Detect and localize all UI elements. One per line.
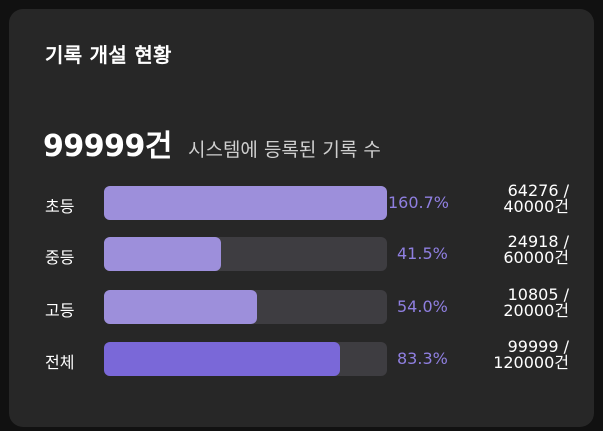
- total-record-count: 99999건: [43, 129, 172, 164]
- progress-track: [104, 186, 387, 220]
- progress-track: [104, 290, 387, 324]
- card-title: 기록 개설 현황: [45, 43, 172, 67]
- progress-track: [104, 237, 387, 271]
- records-summary: 99999건 시스템에 등록된 기록 수: [43, 121, 381, 165]
- row-label: 중등: [45, 248, 75, 267]
- progress-ratio: 99999 / 120000건: [469, 339, 569, 371]
- progress-fill: [104, 186, 387, 220]
- ratio-denominator: 120000건: [493, 353, 569, 372]
- records-status-card: 기록 개설 현황 99999건 시스템에 등록된 기록 수 초등 160.7% …: [9, 9, 594, 427]
- progress-row-high: 고등 54.0% 10805 / 20000건: [9, 287, 594, 328]
- progress-ratio: 24918 / 60000건: [469, 234, 569, 266]
- progress-fill: [104, 342, 340, 376]
- ratio-denominator: 40000건: [503, 197, 569, 216]
- progress-percent: 160.7%: [388, 193, 450, 212]
- progress-row-middle: 중등 41.5% 24918 / 60000건: [9, 234, 594, 275]
- progress-percent: 54.0%: [397, 297, 448, 316]
- progress-track: [104, 342, 387, 376]
- row-label: 초등: [45, 197, 75, 216]
- progress-row-total: 전체 83.3% 99999 / 120000건: [9, 339, 594, 380]
- row-label: 고등: [45, 301, 75, 320]
- progress-percent: 83.3%: [397, 349, 448, 368]
- ratio-denominator: 20000건: [503, 301, 569, 320]
- row-label: 전체: [45, 353, 75, 372]
- progress-fill: [104, 237, 221, 271]
- progress-fill: [104, 290, 257, 324]
- progress-ratio: 64276 / 40000건: [469, 183, 569, 215]
- ratio-denominator: 60000건: [503, 248, 569, 267]
- summary-caption: 시스템에 등록된 기록 수: [187, 139, 381, 161]
- progress-ratio: 10805 / 20000건: [469, 287, 569, 319]
- progress-percent: 41.5%: [397, 244, 448, 263]
- progress-row-elementary: 초등 160.7% 64276 / 40000건: [9, 183, 594, 224]
